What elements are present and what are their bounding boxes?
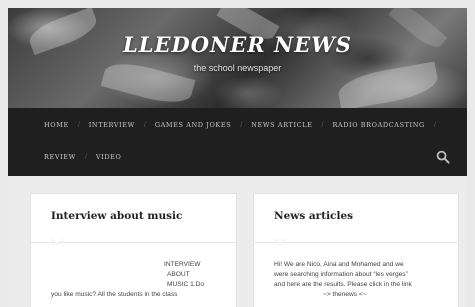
post-excerpt-line: MUSIC 1.Do xyxy=(167,281,205,288)
nav-separator: / xyxy=(433,121,436,129)
main-navigation: HOME / INTERVIEW / GAMES AND JOKES / NEW… xyxy=(8,108,467,176)
nav-separator: / xyxy=(84,153,87,161)
post-title[interactable]: Interview about music xyxy=(51,210,182,222)
nav-row-secondary: REVIEW / VIDEO xyxy=(44,150,121,164)
post-notch xyxy=(274,238,286,244)
nav-item-interview[interactable]: INTERVIEW xyxy=(89,121,135,129)
nav-separator: / xyxy=(143,121,146,129)
nav-item-review[interactable]: REVIEW xyxy=(44,153,76,161)
nav-separator: / xyxy=(240,121,243,129)
site-description: the school newspaper xyxy=(193,63,282,73)
nav-separator: / xyxy=(321,121,324,129)
nav-item-games-and-jokes[interactable]: GAMES AND JOKES xyxy=(155,121,231,129)
nav-item-radio-broadcasting[interactable]: RADIO BROADCASTING xyxy=(332,121,424,129)
page: LLEDONER NEWS the school newspaper HOME … xyxy=(8,8,467,307)
post-excerpt-line: you like music? All the students in the … xyxy=(51,291,178,298)
post-excerpt-line: INTERVIEW xyxy=(164,261,201,268)
post-notch xyxy=(51,238,63,244)
post-excerpt-line: Hi! We are Nico, Aina and Mohamed and we xyxy=(274,261,404,268)
nav-item-news-article[interactable]: NEWS ARTICLE xyxy=(251,121,312,129)
nav-item-home[interactable]: HOME xyxy=(44,121,69,129)
nav-row-primary: HOME / INTERVIEW / GAMES AND JOKES / NEW… xyxy=(44,118,445,132)
nav-separator: / xyxy=(77,121,80,129)
site-title[interactable]: LLEDONER NEWS xyxy=(8,32,467,57)
search-icon[interactable] xyxy=(436,150,450,164)
post-excerpt-line: and here are the results. Please click i… xyxy=(274,281,412,288)
post-link-thenews[interactable]: ~> thenews <~ xyxy=(323,290,367,300)
post-card-interview: Interview about music INTERVIEW ABOUT MU… xyxy=(31,194,236,307)
post-card-news-articles: News articles Hi! We are Nico, Aina and … xyxy=(254,194,458,307)
post-title[interactable]: News articles xyxy=(274,210,353,222)
nav-item-video[interactable]: VIDEO xyxy=(96,153,122,161)
post-excerpt-line: ABOUT xyxy=(167,271,190,278)
post-excerpt-line: were searching information about “les ve… xyxy=(274,271,408,278)
site-header: LLEDONER NEWS the school newspaper xyxy=(8,8,467,108)
